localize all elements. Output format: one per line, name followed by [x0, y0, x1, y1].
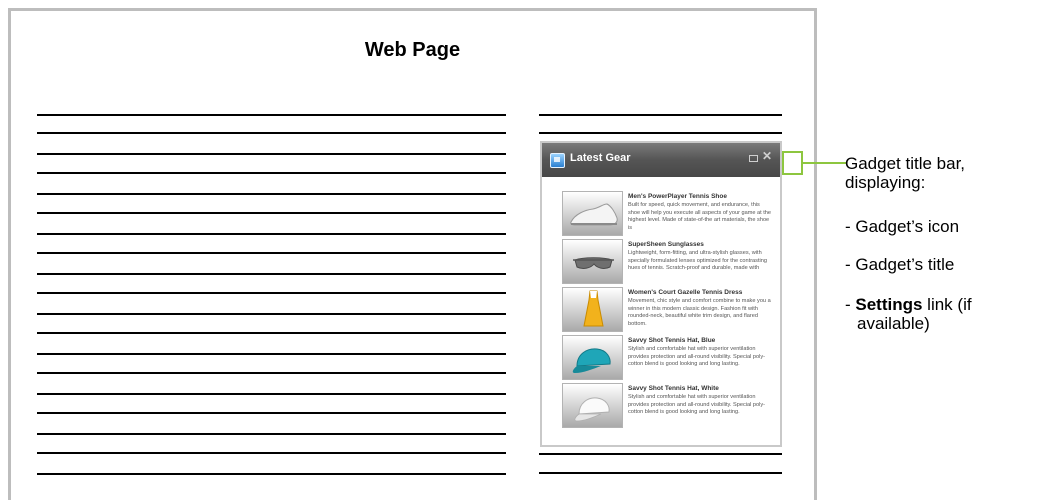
annotation-heading-line: Gadget title bar,	[845, 154, 966, 173]
tennis-dress-image	[562, 287, 623, 332]
annotation-heading: Gadget title bar, displaying:	[845, 154, 965, 192]
gadget-title-bar: Latest Gear ✕	[542, 143, 780, 177]
text-line	[37, 132, 506, 134]
minimize-icon[interactable]	[749, 155, 758, 162]
text-line	[37, 353, 506, 355]
text-line	[37, 393, 506, 395]
list-item[interactable]: Savvy Shot Tennis Hat, White Stylish and…	[562, 383, 774, 431]
text-line	[37, 292, 506, 294]
bullet-continuation: available)	[857, 314, 930, 333]
list-item[interactable]: Savvy Shot Tennis Hat, Blue Stylish and …	[562, 335, 774, 383]
item-description: Stylish and comfortable hat with superio…	[628, 394, 766, 416]
text-line	[37, 473, 506, 475]
white-hat-icon	[574, 397, 610, 422]
text-line	[539, 453, 782, 455]
page-title: Web Page	[364, 39, 461, 61]
tennis-shoe-icon	[570, 203, 618, 226]
list-item[interactable]: SuperSheen Sunglasses Lightweight, form-…	[562, 239, 774, 287]
text-line	[37, 273, 506, 275]
item-title[interactable]: Savvy Shot Tennis Hat, Blue	[628, 337, 715, 344]
text-line	[37, 412, 506, 414]
list-item[interactable]: Women's Court Gazelle Tennis Dress Movem…	[562, 287, 774, 335]
item-title[interactable]: Women's Court Gazelle Tennis Dress	[628, 289, 742, 296]
item-title[interactable]: SuperSheen Sunglasses	[628, 241, 704, 248]
callout-connector	[803, 162, 847, 164]
sunglasses-image	[562, 239, 623, 284]
close-icon[interactable]: ✕	[762, 149, 772, 163]
sunglasses-icon	[573, 257, 614, 269]
annotation-bullet-settings: - Settings link (if available)	[845, 295, 972, 333]
annotation-bullet-icon: - Gadget’s icon	[845, 217, 960, 236]
text-line	[539, 114, 782, 116]
annotation-bullet-title: - Gadget’s title	[845, 255, 955, 274]
item-description: Built for speed, quick movement, and end…	[628, 202, 772, 231]
text-line	[37, 193, 506, 195]
item-description: Lightweight, form-fitting, and ultra-sty…	[628, 250, 767, 272]
tennis-dress-icon	[583, 290, 604, 327]
text-line	[539, 472, 782, 474]
text-line	[37, 114, 506, 116]
gadget: Latest Gear ✕ Men's PowerPlayer Tennis S…	[540, 141, 782, 447]
text-line	[37, 452, 506, 454]
text-line	[37, 153, 506, 155]
text-line	[37, 233, 506, 235]
text-line	[539, 132, 782, 134]
text-line	[37, 313, 506, 315]
bullet-prefix: -	[845, 295, 856, 314]
title-bar-callout-box	[782, 151, 803, 175]
blue-hat-icon	[572, 348, 611, 373]
gadget-title: Latest Gear	[570, 152, 631, 164]
blue-hat-image	[562, 335, 623, 380]
white-hat-image	[562, 383, 623, 428]
bullet-suffix: link (if	[922, 295, 972, 314]
text-line	[37, 332, 506, 334]
list-item[interactable]: Men's PowerPlayer Tennis Shoe Built for …	[562, 191, 774, 239]
text-line	[37, 433, 506, 435]
settings-term: Settings	[855, 295, 923, 314]
text-line	[37, 372, 506, 374]
item-title[interactable]: Savvy Shot Tennis Hat, White	[628, 385, 719, 392]
gadget-icon	[550, 153, 565, 168]
annotation-heading-line: displaying:	[845, 173, 926, 192]
text-line	[37, 172, 506, 174]
tennis-shoe-image	[562, 191, 623, 236]
text-line	[37, 252, 506, 254]
item-description: Stylish and comfortable hat with superio…	[628, 346, 766, 368]
text-line	[37, 212, 506, 214]
item-description: Movement, chic style and comfort combine…	[628, 298, 771, 327]
item-title[interactable]: Men's PowerPlayer Tennis Shoe	[628, 193, 727, 200]
